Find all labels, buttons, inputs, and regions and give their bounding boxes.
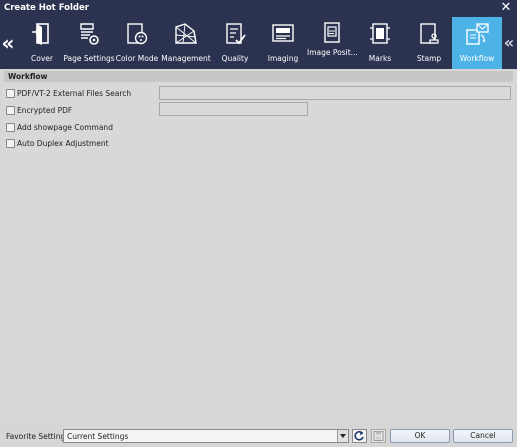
checkbox[interactable] bbox=[6, 122, 15, 132]
favorite-setting-select[interactable]: Current Settings bbox=[63, 429, 349, 443]
cancel-button[interactable]: Cancel bbox=[453, 429, 513, 443]
tab-label: Quality bbox=[221, 54, 249, 63]
tab-page-settings[interactable]: Page Settings bbox=[63, 17, 115, 69]
chevron-left-icon[interactable]: « bbox=[1, 17, 15, 69]
option-label: Auto Duplex Adjustment bbox=[17, 138, 109, 148]
refresh-icon bbox=[354, 431, 364, 441]
option-pdfvt2-external-files-search[interactable]: PDF/VT-2 External Files Search bbox=[6, 87, 131, 99]
image-position-icon bbox=[324, 22, 340, 43]
favorite-setting-label: Favorite Setting bbox=[6, 432, 66, 441]
tab-label: Marks bbox=[368, 54, 392, 63]
tab-label: Color Mode bbox=[115, 54, 159, 63]
option-label: PDF/VT-2 External Files Search bbox=[17, 88, 132, 98]
checkbox[interactable] bbox=[6, 105, 15, 115]
tab-cover[interactable]: Cover bbox=[24, 17, 60, 69]
favorite-setting-value: Current Settings bbox=[67, 432, 129, 441]
save-favorite-button[interactable] bbox=[371, 429, 386, 443]
color-mode-icon bbox=[127, 23, 148, 45]
tab-label: Management bbox=[161, 54, 211, 63]
tab-marks[interactable]: Marks bbox=[362, 17, 398, 69]
tab-label: Stamp bbox=[416, 54, 442, 63]
ok-button[interactable]: OK bbox=[390, 429, 450, 443]
tab-imaging[interactable]: Imaging bbox=[262, 17, 304, 69]
option-add-showpage-command[interactable]: Add showpage Command bbox=[6, 121, 113, 133]
tab-label: Cover bbox=[31, 54, 53, 63]
toolbar: « Cover Page Settings Color Mode Managem… bbox=[0, 17, 517, 69]
section-title: Workflow bbox=[4, 71, 513, 82]
chevron-down-icon[interactable] bbox=[337, 430, 348, 442]
tab-label: Image Posit... bbox=[307, 48, 358, 57]
title-bar: Create Hot Folder ✕ bbox=[0, 0, 517, 17]
imaging-icon bbox=[272, 24, 294, 42]
external-files-input[interactable] bbox=[159, 86, 511, 100]
page-settings-icon bbox=[80, 23, 99, 45]
tab-label: Page Settings bbox=[63, 54, 115, 63]
pdf-password-input[interactable] bbox=[159, 102, 308, 116]
management-icon bbox=[175, 23, 197, 44]
workflow-icon bbox=[466, 23, 489, 45]
window-title: Create Hot Folder bbox=[4, 3, 89, 13]
quality-icon bbox=[226, 23, 246, 45]
tab-color-mode[interactable]: Color Mode bbox=[115, 17, 159, 69]
option-auto-duplex-adjustment[interactable]: Auto Duplex Adjustment bbox=[6, 137, 109, 149]
tab-stamp[interactable]: Stamp bbox=[409, 17, 449, 69]
checkbox[interactable] bbox=[6, 88, 15, 98]
tab-label: Imaging bbox=[267, 54, 299, 63]
option-encrypted-pdf[interactable]: Encrypted PDF bbox=[6, 104, 72, 116]
marks-icon bbox=[370, 23, 390, 44]
chevron-right-icon[interactable]: « bbox=[502, 17, 516, 69]
refresh-button[interactable] bbox=[352, 429, 367, 443]
save-icon bbox=[373, 431, 384, 441]
checkbox[interactable] bbox=[6, 138, 15, 148]
tab-management[interactable]: Management bbox=[161, 17, 211, 69]
tab-quality[interactable]: Quality bbox=[216, 17, 254, 69]
tab-label: Workflow bbox=[459, 54, 495, 63]
footer-bar: Favorite Setting Current Settings OK Can… bbox=[0, 424, 517, 447]
workflow-panel: Workflow PDF/VT-2 External Files Search … bbox=[2, 70, 515, 422]
stamp-icon bbox=[420, 23, 439, 44]
option-label: Add showpage Command bbox=[17, 122, 113, 132]
cover-icon bbox=[32, 23, 49, 45]
close-icon[interactable]: ✕ bbox=[499, 1, 513, 15]
option-label: Encrypted PDF bbox=[17, 105, 73, 115]
tab-image-position[interactable]: Image Posit... bbox=[307, 17, 358, 69]
tab-workflow[interactable]: Workflow bbox=[452, 17, 502, 69]
